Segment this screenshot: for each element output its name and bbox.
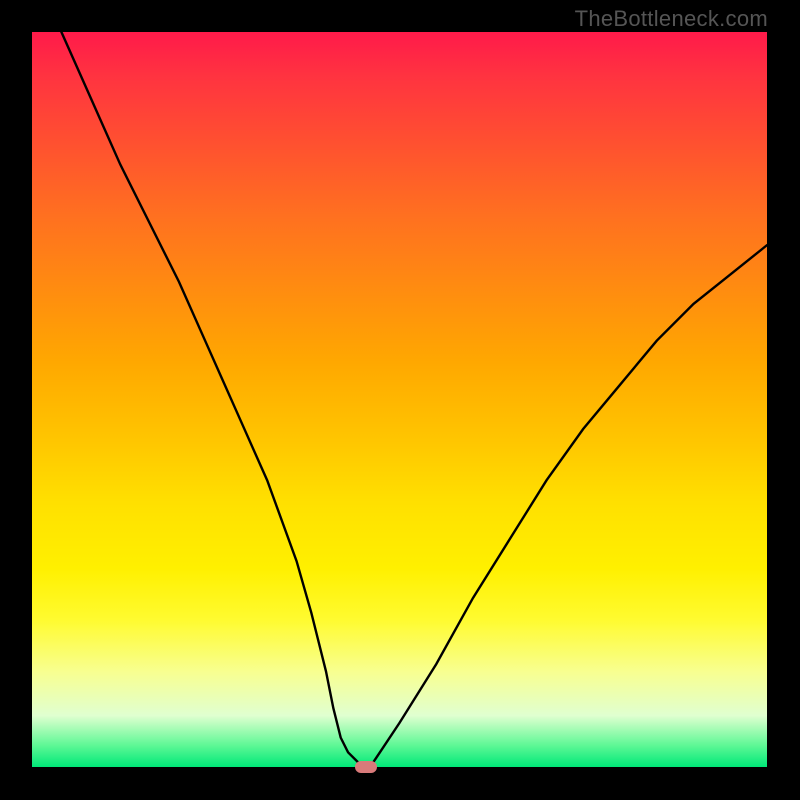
plot-area: [32, 32, 767, 767]
optimum-marker: [355, 761, 377, 773]
bottleneck-curve: [32, 32, 767, 767]
watermark-text: TheBottleneck.com: [575, 6, 768, 32]
chart-frame: TheBottleneck.com: [0, 0, 800, 800]
